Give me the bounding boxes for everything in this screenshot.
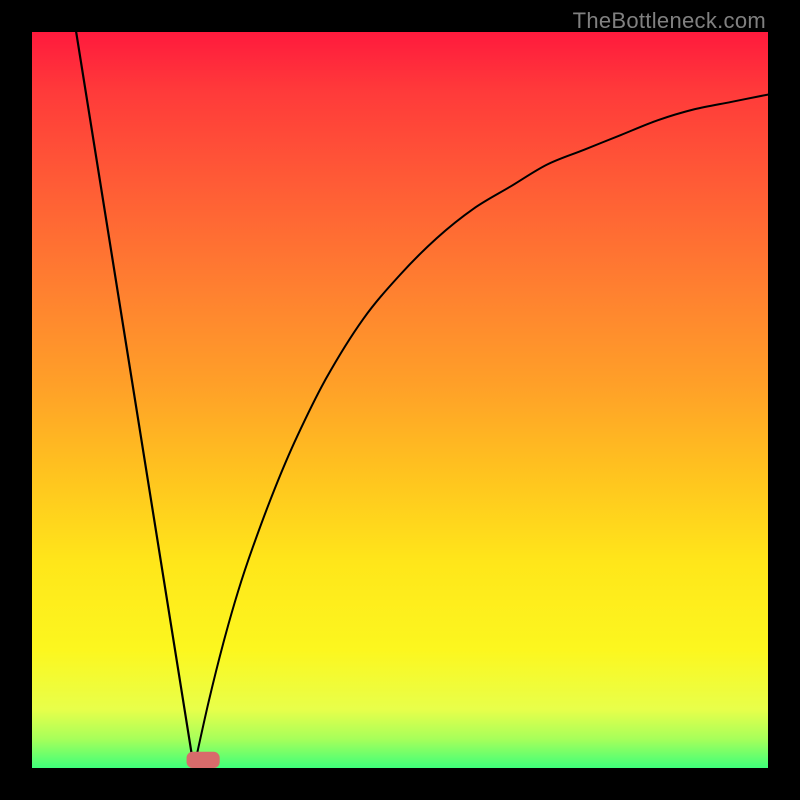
curve-group [76,32,768,768]
min-marker [187,752,220,768]
chart-svg [32,32,768,768]
curve-left [76,32,194,768]
watermark-text: TheBottleneck.com [573,8,766,34]
plot-area [32,32,768,768]
curve-right [194,95,768,768]
chart-frame: TheBottleneck.com [0,0,800,800]
